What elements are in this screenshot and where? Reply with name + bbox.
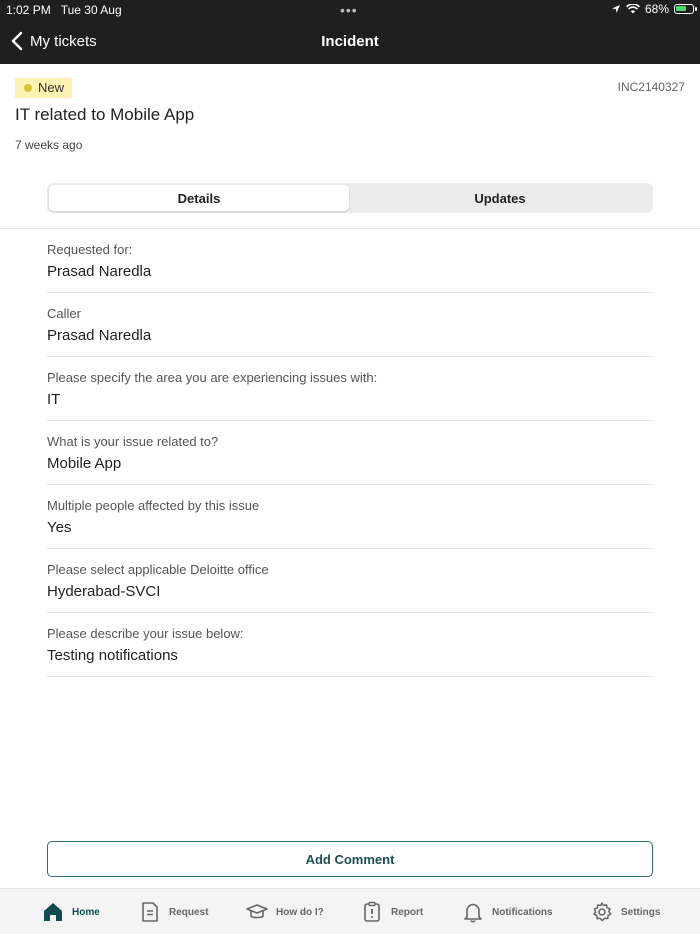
add-comment-button[interactable]: Add Comment bbox=[47, 841, 653, 877]
status-dot-icon bbox=[24, 83, 32, 92]
field-value: Hyderabad-SVCI bbox=[47, 583, 161, 600]
battery-percent: 68% bbox=[644, 2, 669, 16]
ticket-number: INC2140327 bbox=[617, 80, 685, 94]
field-value: Mobile App bbox=[47, 455, 122, 472]
field-value: Prasad Naredla bbox=[47, 263, 152, 280]
field-value: Prasad Naredla bbox=[47, 327, 152, 344]
status-right: 68% bbox=[611, 2, 697, 16]
ticket-details-list: Requested for: Prasad Naredla Caller Pra… bbox=[47, 229, 653, 677]
tabbar-label: Settings bbox=[621, 906, 661, 918]
field-label: Please specify the area you are experien… bbox=[47, 370, 378, 385]
tabbar-label: Report bbox=[391, 906, 424, 918]
navigation-bar: My tickets Incident bbox=[0, 20, 700, 64]
field-value: IT bbox=[47, 391, 61, 408]
tabbar-item-home[interactable]: Home bbox=[42, 901, 100, 923]
field-issue-area: Please specify the area you are experien… bbox=[47, 357, 653, 421]
tabbar-label: How do I? bbox=[276, 906, 324, 918]
tabbar-item-report[interactable]: Report bbox=[361, 901, 423, 923]
tabbar-item-how-do-i[interactable]: How do I? bbox=[246, 901, 324, 923]
field-caller: Caller Prasad Naredla bbox=[47, 293, 653, 357]
status-badge: New bbox=[15, 78, 73, 98]
field-deloitte-office: Please select applicable Deloitte office… bbox=[47, 549, 653, 613]
tabbar-label: Home bbox=[72, 906, 100, 918]
ticket-title: IT related to Mobile App bbox=[15, 105, 195, 124]
field-label: What is your issue related to? bbox=[47, 434, 219, 449]
field-label: Caller bbox=[47, 306, 81, 321]
clipboard-alert-icon bbox=[364, 901, 380, 922]
graduation-cap-icon bbox=[246, 904, 268, 919]
tabbar-item-settings[interactable]: Settings bbox=[591, 901, 660, 923]
ticket-header: New INC2140327 IT related to Mobile App … bbox=[0, 64, 700, 229]
battery-fill bbox=[676, 6, 686, 11]
tabbar-label: Notifications bbox=[492, 906, 553, 918]
status-time-date: 1:02 PM Tue 30 Aug bbox=[6, 3, 122, 17]
ticket-age: 7 weeks ago bbox=[15, 138, 83, 152]
field-value: Yes bbox=[47, 519, 72, 536]
field-label: Please describe your issue below: bbox=[47, 626, 244, 641]
field-issue-related-to: What is your issue related to? Mobile Ap… bbox=[47, 421, 653, 485]
field-label: Requested for: bbox=[47, 242, 133, 257]
field-multiple-people-affected: Multiple people affected by this issue Y… bbox=[47, 485, 653, 549]
status-date: Tue 30 Aug bbox=[60, 3, 122, 17]
multitasking-dots-icon[interactable]: ••• bbox=[340, 2, 358, 18]
page-title: Incident bbox=[321, 33, 379, 50]
tabbar-label: Request bbox=[169, 906, 209, 918]
tab-details[interactable]: Details bbox=[49, 185, 349, 211]
top-bar: 1:02 PM Tue 30 Aug ••• 68% My tickets In… bbox=[0, 0, 700, 64]
wifi-icon bbox=[626, 4, 640, 14]
details-updates-segmented-control: Details Updates bbox=[47, 183, 653, 213]
status-bar: 1:02 PM Tue 30 Aug ••• 68% bbox=[0, 0, 700, 20]
tabbar-item-request[interactable]: Request bbox=[139, 901, 208, 923]
document-icon bbox=[142, 902, 158, 922]
field-requested-for: Requested for: Prasad Naredla bbox=[47, 229, 653, 293]
bottom-tab-bar: Home Request How do I? Report Notificati… bbox=[0, 888, 700, 934]
field-label: Multiple people affected by this issue bbox=[47, 498, 260, 513]
battery-charging-icon bbox=[674, 4, 697, 14]
home-icon bbox=[44, 903, 62, 921]
status-badge-label: New bbox=[38, 80, 65, 95]
field-value: Testing notifications bbox=[47, 647, 178, 664]
location-arrow-icon bbox=[611, 5, 620, 13]
gear-icon bbox=[593, 902, 612, 922]
status-time: 1:02 PM bbox=[6, 3, 51, 17]
field-issue-description: Please describe your issue below: Testin… bbox=[47, 613, 653, 677]
bell-icon bbox=[464, 903, 482, 923]
tab-updates[interactable]: Updates bbox=[349, 185, 651, 211]
tabbar-item-notifications[interactable]: Notifications bbox=[462, 901, 553, 923]
field-label: Please select applicable Deloitte office bbox=[47, 562, 269, 577]
